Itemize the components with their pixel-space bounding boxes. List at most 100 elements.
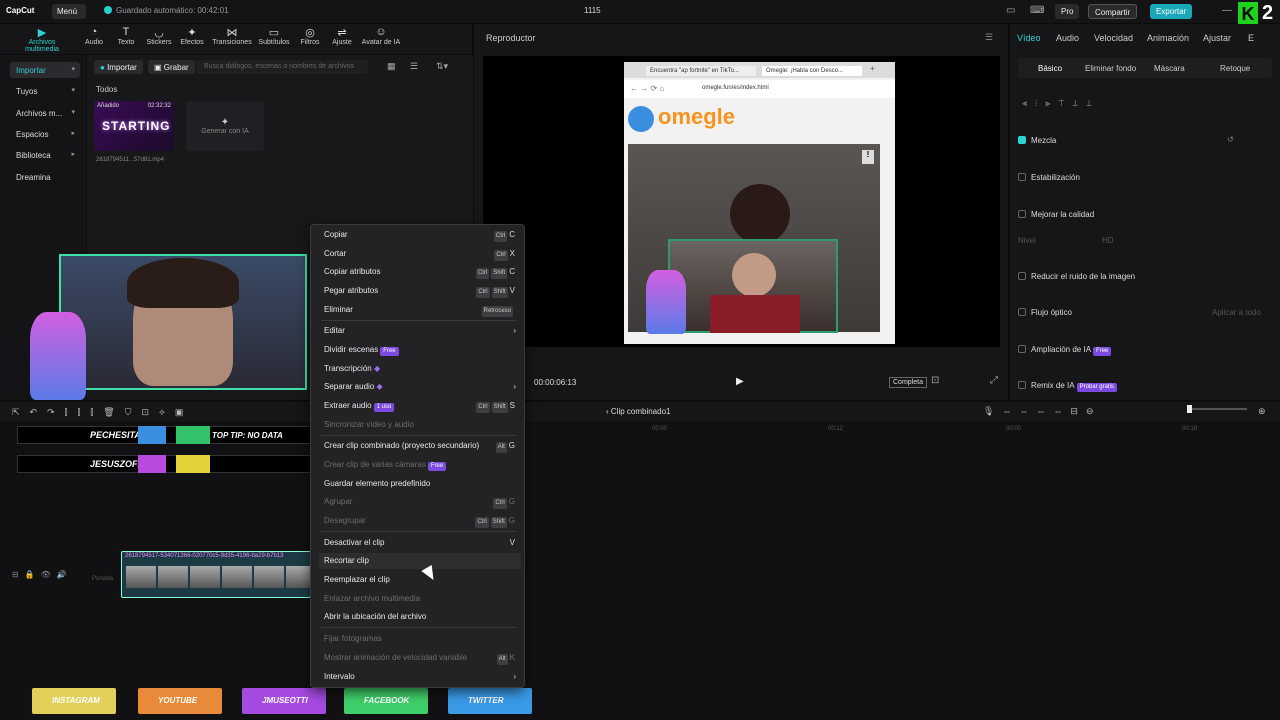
timeline-tools-icons[interactable]: ⇱↶↷⫿⫿⫿🗑⛉⊡⟡▣ bbox=[12, 407, 193, 418]
zoom-slider[interactable] bbox=[1187, 405, 1247, 413]
clip-title: 2618794517-534071366-020770c5-9d35-4196-… bbox=[125, 553, 284, 559]
shortcut: Retroceso bbox=[481, 302, 515, 318]
shortcut: Ctrl Shift C bbox=[475, 264, 515, 280]
tool-label: Archivos multimedia bbox=[25, 39, 59, 53]
menu-split-scenes[interactable]: Dividir escenas Free bbox=[324, 342, 519, 358]
menu-label: Extraer audio bbox=[324, 401, 372, 410]
menu-disable-clip[interactable]: Desactivar el clip V bbox=[324, 535, 519, 551]
menu-transcription[interactable]: Transcripción ◆ bbox=[324, 361, 519, 377]
track-controls-icons[interactable]: ⊟🔒👁🔊 bbox=[12, 570, 73, 579]
nav-files[interactable]: Archivos m... ▾ bbox=[10, 105, 80, 121]
optical-checkbox[interactable] bbox=[1018, 308, 1026, 316]
url-text: omegle.fun/es/index.html bbox=[702, 85, 769, 91]
tool-ai-avatar[interactable]: ☺ Avatar de IA bbox=[358, 26, 404, 46]
share-button[interactable]: Compartir bbox=[1088, 4, 1138, 19]
nav-yours[interactable]: Tuyos ▾ bbox=[10, 83, 80, 99]
record-button[interactable]: ▣ Grabar bbox=[148, 60, 195, 74]
tab-video[interactable]: Vídeo bbox=[1017, 33, 1041, 43]
tool-effects[interactable]: ✦ Efectos bbox=[172, 26, 212, 46]
tool-transitions[interactable]: ⋈ Transiciones bbox=[210, 26, 254, 46]
apply-all-button[interactable]: Aplicar a todo bbox=[1212, 308, 1261, 317]
menu-copy-attributes[interactable]: Copiar atributos Ctrl Shift C bbox=[324, 264, 519, 280]
nav-spaces[interactable]: Espacios ▸ bbox=[10, 126, 80, 142]
export-button[interactable]: Exportar bbox=[1150, 4, 1193, 19]
play-icon[interactable]: ▶ bbox=[736, 376, 744, 387]
subtab-mask[interactable]: Máscara bbox=[1154, 64, 1185, 73]
menu-separator bbox=[321, 627, 517, 628]
level-select[interactable]: HD bbox=[1102, 236, 1114, 245]
media-thumbnail[interactable]: Añadido 02:32:32 STARTING bbox=[94, 101, 174, 151]
tab-audio[interactable]: Audio bbox=[1056, 33, 1079, 43]
tool-adjust[interactable]: ⇌ Ajuste bbox=[322, 26, 362, 46]
shortcut: Ctrl C bbox=[493, 227, 515, 243]
pro-button[interactable]: Pro bbox=[1055, 4, 1080, 19]
tool-label: Transiciones bbox=[212, 39, 252, 46]
ai-remix-text: Remix de IA bbox=[1031, 381, 1075, 390]
align-icons[interactable]: ⫷⫶⫸⊤⊥⊥ bbox=[1022, 98, 1100, 109]
tab-more[interactable]: E bbox=[1248, 33, 1254, 43]
cover-label[interactable]: Portada bbox=[92, 576, 113, 582]
diamond-icon: ◆ bbox=[373, 364, 381, 373]
tool-media[interactable]: ▶ Archivos multimedia bbox=[12, 26, 72, 53]
tab-adjust[interactable]: Ajustar bbox=[1203, 33, 1231, 43]
complete-button[interactable]: Completa bbox=[889, 377, 927, 388]
reset-icon[interactable]: ↺ bbox=[1227, 135, 1234, 144]
subtab-remove-bg[interactable]: Eliminar fondo bbox=[1085, 64, 1136, 73]
mix-checkbox[interactable] bbox=[1018, 136, 1026, 144]
zoom-in-icon[interactable]: ⊕ bbox=[1258, 406, 1266, 417]
menu-create-combined[interactable]: Crear clip combinado (proyecto secundari… bbox=[324, 438, 519, 454]
shortcuts-icon[interactable]: ⌨ bbox=[1030, 5, 1044, 16]
video-clip[interactable]: 2618794517-534071366-020770c5-9d35-4196-… bbox=[121, 551, 311, 598]
noise-checkbox[interactable] bbox=[1018, 272, 1026, 280]
subtab-retouch[interactable]: Retoque bbox=[1220, 64, 1250, 73]
nav-library[interactable]: Biblioteca ▸ bbox=[10, 147, 80, 163]
menu-save-preset[interactable]: Guardar elemento predefinido bbox=[324, 476, 519, 492]
shortcut: Ctrl Shift S bbox=[476, 398, 515, 414]
menu-edit[interactable]: Editar › bbox=[324, 323, 519, 339]
project-title[interactable]: 1115 bbox=[584, 6, 601, 15]
menu-cut[interactable]: Cortar Ctrl X bbox=[324, 246, 519, 262]
menu-paste-attributes[interactable]: Pegar atributos Ctrl Shift V bbox=[324, 283, 519, 299]
tab-animation[interactable]: Animación bbox=[1147, 33, 1189, 43]
player-menu-icon[interactable]: ☰ bbox=[985, 32, 993, 43]
chevron-down-icon: ▾ bbox=[71, 66, 75, 73]
nav-label: Importar bbox=[16, 66, 46, 75]
menu-open-location[interactable]: Abrir la ubicación del archivo bbox=[324, 609, 519, 625]
menu-trim-clip[interactable]: Recortar clip bbox=[319, 553, 521, 569]
fullscreen-icon[interactable]: ⤢ bbox=[990, 375, 998, 386]
tool-subtitles[interactable]: ▭ Subtítulos bbox=[254, 26, 294, 46]
generate-ai-card[interactable]: ✦ Generar con IA bbox=[186, 101, 264, 151]
menu-delete[interactable]: Eliminar Retroceso bbox=[324, 302, 519, 318]
grid-view-icon[interactable]: ▦ bbox=[387, 61, 396, 72]
menu-separate-audio[interactable]: Separar audio ◆ › bbox=[324, 379, 519, 395]
nav-import[interactable]: Importar ▾ bbox=[10, 62, 80, 78]
avatar-icon: ☺ bbox=[375, 26, 387, 38]
screenshot-icon[interactable]: ⊡ bbox=[931, 375, 939, 386]
ai-remix-checkbox[interactable] bbox=[1018, 381, 1026, 389]
menu-label: Intervalo bbox=[324, 672, 355, 681]
search-input[interactable]: Busca diálogos, escenas o nombres de arc… bbox=[196, 60, 368, 74]
quality-checkbox[interactable] bbox=[1018, 210, 1026, 218]
menu-label: Enlazar archivo multimedia bbox=[324, 594, 421, 603]
optical-label: Flujo óptico bbox=[1031, 308, 1072, 317]
overlay-badge-purple bbox=[138, 455, 166, 473]
tab-speed[interactable]: Velocidad bbox=[1094, 33, 1133, 43]
menu-extract-audio[interactable]: Extraer audio 1 uso Ctrl Shift S bbox=[324, 398, 519, 414]
overlay-bar-1: PECHESITA TOP TIP: NO DATA bbox=[17, 426, 325, 444]
overlay-badge-green bbox=[176, 426, 210, 444]
menu-button[interactable]: Menú bbox=[52, 4, 86, 19]
stabilize-checkbox[interactable] bbox=[1018, 173, 1026, 181]
minimize-icon[interactable]: — bbox=[1222, 5, 1232, 16]
menu-replace-clip[interactable]: Reemplazar el clip bbox=[324, 572, 519, 588]
menu-copy[interactable]: Copiar Ctrl C bbox=[324, 227, 519, 243]
filter-icon[interactable]: ☰ bbox=[410, 61, 418, 72]
zoom-handle[interactable] bbox=[1187, 405, 1192, 413]
ai-expand-checkbox[interactable] bbox=[1018, 345, 1026, 353]
menu-interval[interactable]: Intervalo › bbox=[324, 669, 519, 685]
subtab-basic[interactable]: Básico bbox=[1038, 64, 1062, 73]
import-button[interactable]: ● Importar bbox=[94, 60, 143, 74]
timeline-right-icons[interactable]: 🎙⇔⇔⇔⇔⊟⊖ bbox=[983, 406, 1102, 417]
layout-icon[interactable]: ▭ bbox=[1006, 5, 1015, 16]
nav-dreamina[interactable]: Dreamina bbox=[10, 169, 80, 185]
sort-icon[interactable]: ⇅▾ bbox=[436, 61, 448, 72]
